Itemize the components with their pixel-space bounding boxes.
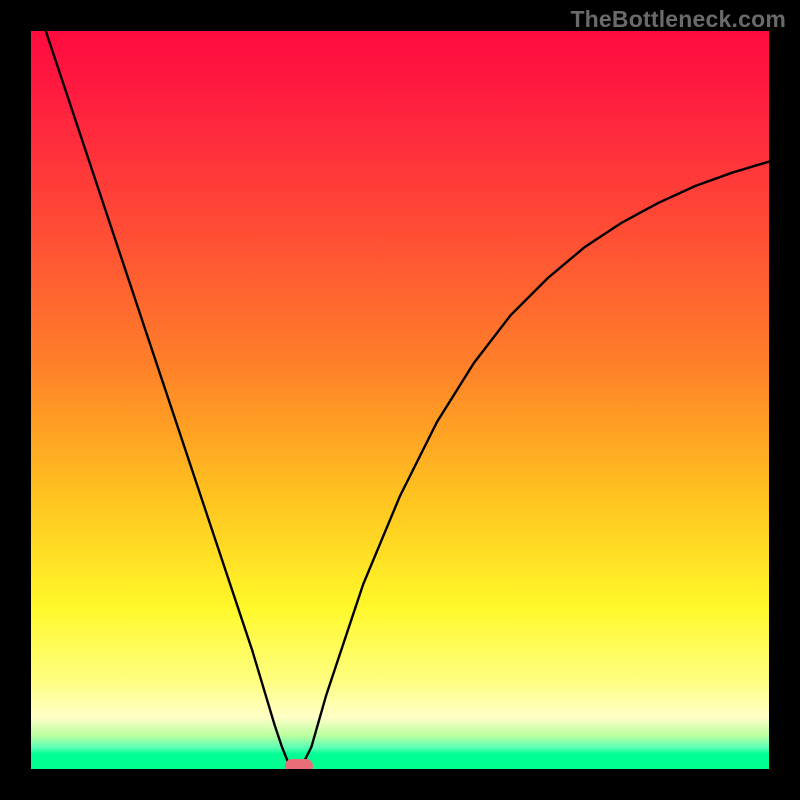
plot-area [31, 31, 769, 769]
curve-svg [31, 31, 769, 769]
minimum-marker [285, 759, 313, 769]
watermark-text: TheBottleneck.com [570, 6, 786, 33]
bottleneck-curve [31, 31, 769, 769]
